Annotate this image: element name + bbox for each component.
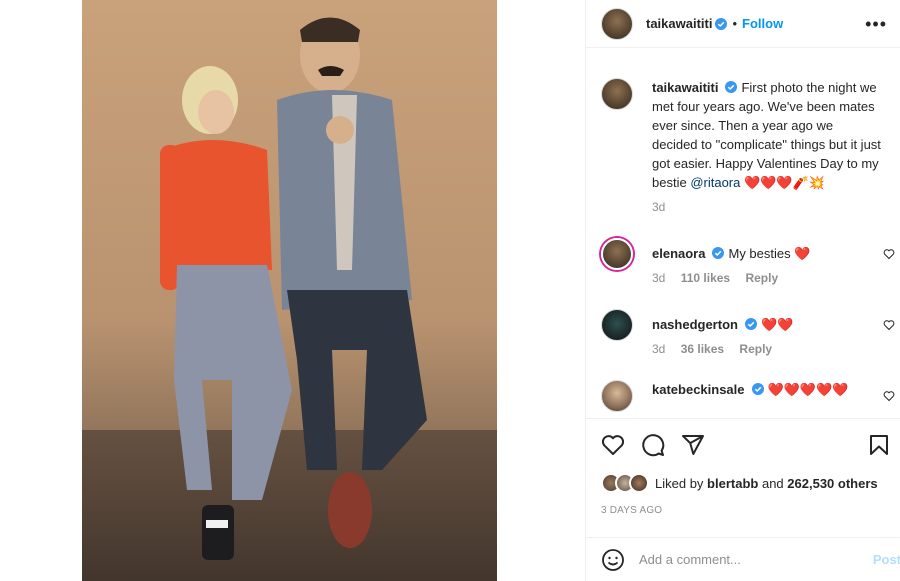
comment-row: elenaora My besties ❤️ 3d 110 likes Reply <box>601 238 895 296</box>
liked-by-user-link[interactable]: blertabb <box>707 476 758 491</box>
photo-illustration <box>82 0 497 581</box>
caption-body: First photo the night we met four years … <box>652 80 881 190</box>
reply-button[interactable]: Reply <box>739 342 772 356</box>
comment-text: katebeckinsale ❤️❤️❤️❤️❤️ <box>652 380 882 399</box>
liked-by-prefix: Liked by <box>655 475 704 491</box>
comments-list: taikawaititi First photo the night we met… <box>586 60 900 412</box>
commenter-avatar[interactable] <box>601 238 633 270</box>
author-username[interactable]: taikawaititi <box>646 16 712 31</box>
emoji-smiley-icon[interactable] <box>601 548 625 572</box>
post-panel: taikawaititi • Follow ••• taikawaititi Fi… <box>585 0 900 581</box>
post-timestamp[interactable]: 3 DAYS AGO <box>601 505 662 516</box>
comment-like-heart-icon[interactable] <box>883 390 895 402</box>
save-bookmark-icon[interactable] <box>867 433 891 457</box>
caption-emoji: ❤️❤️❤️🧨💥 <box>743 175 825 190</box>
post-comment-button[interactable]: Post <box>873 552 900 567</box>
verified-badge-icon <box>715 17 728 30</box>
caption-text: taikawaititi First photo the night we met… <box>652 78 882 192</box>
comment-text: nashedgerton ❤️❤️ <box>652 315 882 334</box>
verified-badge-icon <box>744 318 757 330</box>
commenter-username[interactable]: nashedgerton <box>652 317 738 332</box>
liker-avatar[interactable] <box>629 473 649 493</box>
caption-mention-link[interactable]: @ritaora <box>690 175 740 190</box>
post-photo[interactable] <box>82 0 497 581</box>
caption-meta: 3d <box>652 200 677 214</box>
verified-badge-icon <box>725 81 738 93</box>
add-comment-bar: Post <box>586 537 900 581</box>
comment-age[interactable]: 3d <box>652 271 665 285</box>
comment-meta: 3d 110 likes Reply <box>652 271 790 285</box>
comment-body: My besties <box>728 246 791 261</box>
comment-row: nashedgerton ❤️❤️ 3d 36 likes Reply <box>601 309 895 367</box>
comment-input[interactable] <box>639 552 849 567</box>
more-options-icon[interactable]: ••• <box>865 14 887 35</box>
follow-button[interactable]: Follow <box>742 16 783 31</box>
caption-username[interactable]: taikawaititi <box>652 80 718 95</box>
verified-badge-icon <box>712 247 725 259</box>
separator-dot: • <box>732 16 738 31</box>
liked-by-text: Liked by blertabb and 262,530 others <box>655 476 878 491</box>
commenter-avatar[interactable] <box>601 380 633 412</box>
comment-row: katebeckinsale ❤️❤️❤️❤️❤️ <box>601 380 895 412</box>
comment-age[interactable]: 3d <box>652 342 665 356</box>
caption-avatar[interactable] <box>601 78 633 110</box>
verified-badge-icon <box>751 383 764 395</box>
commenter-avatar[interactable] <box>601 309 633 341</box>
comment-emoji: ❤️❤️ <box>760 317 794 332</box>
caption-age[interactable]: 3d <box>652 200 665 214</box>
action-bar <box>586 418 900 472</box>
likes-count-link[interactable]: 262,530 others <box>787 476 877 491</box>
commenter-username[interactable]: elenaora <box>652 246 705 261</box>
comment-like-heart-icon[interactable] <box>883 319 895 331</box>
reply-button[interactable]: Reply <box>745 271 778 285</box>
liked-by-row: Liked by blertabb and 262,530 others <box>601 471 878 495</box>
media-area <box>0 0 585 581</box>
caption-row: taikawaititi First photo the night we met… <box>601 78 891 218</box>
post-header: taikawaititi • Follow ••• <box>586 0 900 48</box>
comment-text: elenaora My besties ❤️ <box>652 244 882 263</box>
share-paper-plane-icon[interactable] <box>681 433 705 457</box>
comment-bubble-icon[interactable] <box>641 433 665 457</box>
comment-likes[interactable]: 110 likes <box>681 271 730 285</box>
author-avatar[interactable] <box>601 7 633 40</box>
comment-meta: 3d 36 likes Reply <box>652 342 784 356</box>
commenter-username[interactable]: katebeckinsale <box>652 382 745 397</box>
like-heart-icon[interactable] <box>601 433 625 457</box>
comment-emoji: ❤️ <box>794 246 811 261</box>
liked-by-and: and <box>761 475 784 491</box>
comment-like-heart-icon[interactable] <box>883 248 895 260</box>
comment-emoji: ❤️❤️❤️❤️❤️ <box>767 382 849 397</box>
comment-likes[interactable]: 36 likes <box>681 342 724 356</box>
